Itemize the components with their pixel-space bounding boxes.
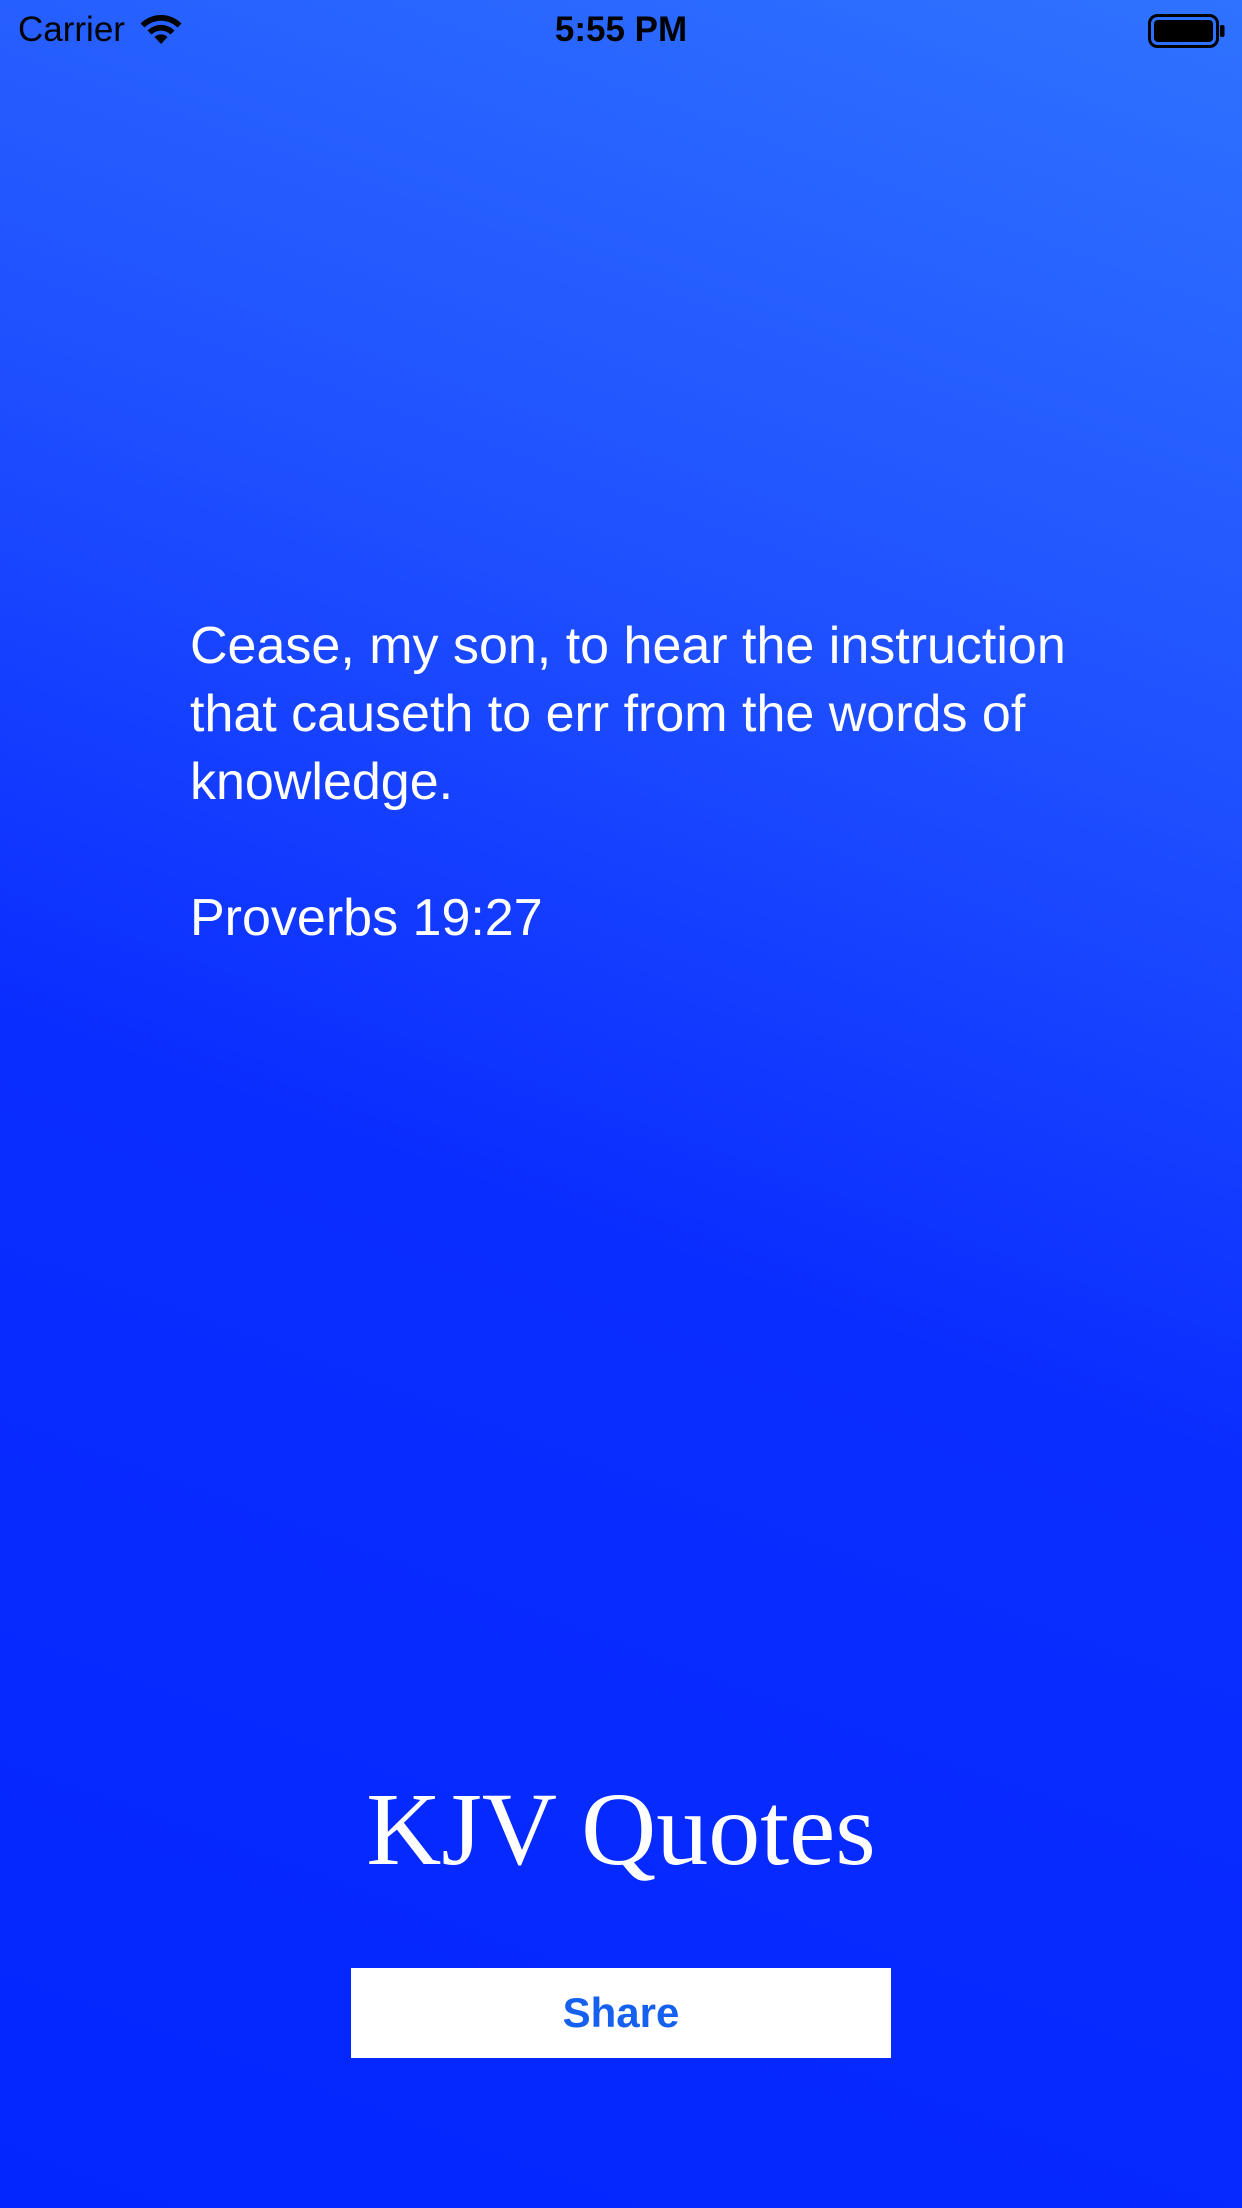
app-title: KJV Quotes — [366, 1772, 876, 1887]
battery-icon — [1148, 14, 1225, 48]
quote-reference: Proverbs 19:27 — [190, 889, 543, 947]
quote-text: Cease, my son, to hear the instruction t… — [190, 617, 1066, 811]
status-bar: Carrier 5:55 PM — [0, 0, 1242, 60]
quote-block: Cease, my son, to hear the instruction t… — [190, 612, 1070, 952]
share-button[interactable]: Share — [351, 1968, 891, 2058]
share-button-label: Share — [562, 1989, 680, 2036]
status-time: 5:55 PM — [554, 10, 688, 49]
